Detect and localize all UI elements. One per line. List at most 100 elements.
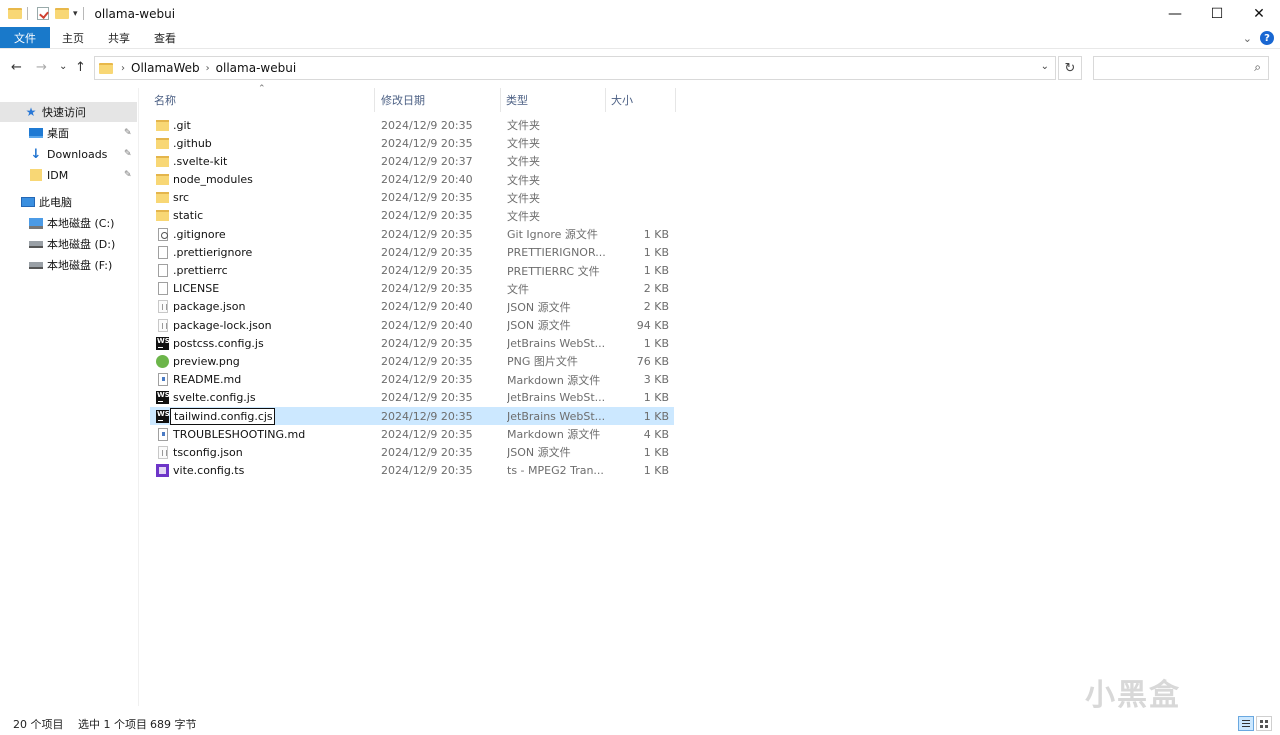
- back-button[interactable]: ←: [11, 60, 22, 75]
- up-button[interactable]: ↑: [75, 60, 86, 75]
- file-row[interactable]: WS postcss.config.js 2024/12/9 20:35 JetBra…: [150, 334, 674, 352]
- folder-icon: [30, 169, 42, 181]
- file-row[interactable]: src 2024/12/9 20:35 文件夹: [150, 189, 674, 207]
- file-name-cell: TROUBLESHOOTING.md: [156, 425, 378, 443]
- column-header-type[interactable]: 类型: [502, 88, 606, 112]
- file-size: 94 KB: [636, 318, 669, 332]
- file-row[interactable]: WS svelte.config.js 2024/12/9 20:35 JetBrai…: [150, 389, 674, 407]
- forward-button[interactable]: →: [36, 60, 47, 75]
- file-type: 文件夹: [507, 173, 540, 187]
- file-icon: [158, 282, 168, 296]
- file-row[interactable]: .github 2024/12/9 20:35 文件夹: [150, 134, 674, 152]
- folder-icon: [8, 8, 22, 19]
- file-name-cell: .prettierrc: [156, 262, 378, 280]
- config-file-icon: [158, 227, 168, 241]
- customize-toolbar-icon[interactable]: ▾: [73, 9, 78, 19]
- file-name-cell: .github: [156, 134, 378, 152]
- tab-view[interactable]: 查看: [142, 27, 188, 48]
- tab-file[interactable]: 文件: [0, 27, 50, 48]
- file-row[interactable]: .prettierrc 2024/12/9 20:35 PRETTIERRC 文件 1…: [150, 262, 674, 280]
- file-name: node_modules: [173, 173, 253, 187]
- help-icon[interactable]: ?: [1260, 31, 1274, 45]
- file-row[interactable]: preview.png 2024/12/9 20:35 PNG 图片文件 76 KB: [150, 352, 674, 370]
- file-name-cell: package-lock.json: [156, 316, 378, 334]
- sidebar-item-drive-f[interactable]: 本地磁盘 (F:): [0, 255, 137, 275]
- file-size: [610, 207, 669, 225]
- address-dropdown-icon[interactable]: ⌄: [1041, 61, 1049, 72]
- navigation-pane: ★ 快速访问 桌面 ✎ ↓ Downloads ✎ IDM ✎ 此电脑 本地磁盘…: [0, 88, 139, 706]
- file-date: 2024/12/9 20:35: [381, 136, 473, 150]
- file-row[interactable]: TROUBLESHOOTING.md 2024/12/9 20:35 Markdow…: [150, 425, 674, 443]
- file-type: PRETTIERRC 文件: [507, 264, 600, 278]
- file-row[interactable]: package-lock.json 2024/12/9 20:40 JSON 源文件…: [150, 316, 674, 334]
- address-bar[interactable]: › OllamaWeb › ollama-webui ⌄: [94, 56, 1056, 80]
- refresh-button[interactable]: ↻: [1058, 56, 1082, 80]
- chevron-right-icon[interactable]: ›: [206, 63, 210, 74]
- file-row[interactable]: README.md 2024/12/9 20:35 Markdown 源文件 3 KB: [150, 371, 674, 389]
- image-file-icon: [156, 354, 169, 368]
- breadcrumb-ollamaweb[interactable]: OllamaWeb: [131, 61, 200, 75]
- file-size: 1 KB: [643, 464, 669, 478]
- pin-icon[interactable]: ✎: [124, 149, 132, 159]
- sidebar-item-downloads[interactable]: ↓ Downloads ✎: [0, 144, 137, 164]
- file-row[interactable]: .prettierignore 2024/12/9 20:35 PRETTIERIG…: [150, 243, 674, 261]
- sidebar-item-drive-c[interactable]: 本地磁盘 (C:): [0, 213, 137, 233]
- file-name: TROUBLESHOOTING.md: [173, 427, 306, 441]
- file-name-cell: .git: [156, 116, 378, 134]
- folder-icon: [156, 210, 169, 222]
- file-row[interactable]: .svelte-kit 2024/12/9 20:37 文件夹: [150, 152, 674, 170]
- selected-count: 选中 1 个项目: [78, 717, 147, 731]
- ribbon-tabs: 文件 主页 共享 查看 ⌄ ?: [0, 27, 1280, 49]
- expand-ribbon-icon[interactable]: ⌄: [1243, 32, 1252, 45]
- chevron-right-icon[interactable]: ›: [121, 63, 125, 74]
- close-button[interactable]: ✕: [1238, 0, 1280, 27]
- json-file-icon: [158, 318, 168, 332]
- large-icons-view-button[interactable]: [1256, 716, 1272, 731]
- maximize-button[interactable]: ☐: [1196, 0, 1238, 27]
- pin-icon[interactable]: ✎: [124, 170, 132, 180]
- sidebar-item-desktop[interactable]: 桌面 ✎: [0, 123, 137, 143]
- file-row[interactable]: LICENSE 2024/12/9 20:35 文件 2 KB: [150, 280, 674, 298]
- separator: [82, 7, 84, 20]
- new-folder-icon[interactable]: [55, 8, 69, 19]
- file-row[interactable]: vite.config.ts 2024/12/9 20:35 ts - MPEG2 …: [150, 462, 674, 480]
- properties-icon[interactable]: [37, 7, 49, 20]
- sidebar-item-quick-access[interactable]: ★ 快速访问: [0, 102, 137, 122]
- file-date: 2024/12/9 20:37: [381, 154, 473, 168]
- file-icon: [158, 264, 168, 277]
- tab-share[interactable]: 共享: [96, 27, 142, 48]
- file-date: 2024/12/9 20:35: [381, 264, 473, 277]
- sidebar-item-idm[interactable]: IDM ✎: [0, 165, 137, 185]
- file-row[interactable]: static 2024/12/9 20:35 文件夹: [150, 207, 674, 225]
- tab-home[interactable]: 主页: [50, 27, 96, 48]
- recent-locations-button[interactable]: ⌄: [59, 61, 67, 72]
- search-input[interactable]: [1098, 58, 1248, 78]
- file-row[interactable]: .git 2024/12/9 20:35 文件夹: [150, 116, 674, 134]
- file-size: 1 KB: [643, 336, 669, 350]
- file-row[interactable]: node_modules 2024/12/9 20:40 文件夹: [150, 171, 674, 189]
- breadcrumb-ollama-webui[interactable]: ollama-webui: [216, 61, 297, 75]
- sidebar-item-drive-d[interactable]: 本地磁盘 (D:): [0, 234, 137, 254]
- file-row[interactable]: WS tailwind.config.cjs 2024/12/9 20:35 JetB…: [150, 407, 674, 426]
- file-type: JetBrains WebSt...: [507, 336, 606, 350]
- separator: [27, 7, 28, 20]
- file-row[interactable]: tsconfig.json 2024/12/9 20:35 JSON 源文件 1 KB: [150, 443, 674, 461]
- rename-input[interactable]: tailwind.config.cjs: [170, 407, 275, 425]
- file-row[interactable]: package.json 2024/12/9 20:40 JSON 源文件 2 KB: [150, 298, 674, 316]
- sidebar-item-this-pc[interactable]: 此电脑: [0, 192, 137, 212]
- column-header-size[interactable]: 大小: [607, 88, 676, 112]
- column-header-date[interactable]: 修改日期: [377, 88, 501, 112]
- search-box[interactable]: ⌕: [1093, 56, 1269, 80]
- navigation-bar: ← → ⌄ ↑ › OllamaWeb › ollama-webui ⌄ ↻ ⌕: [0, 53, 1280, 83]
- pin-icon[interactable]: ✎: [124, 128, 132, 138]
- details-view-button[interactable]: [1238, 716, 1254, 731]
- minimize-button[interactable]: —: [1154, 0, 1196, 27]
- file-row[interactable]: .gitignore 2024/12/9 20:35 Git Ignore 源文件 1…: [150, 225, 674, 243]
- file-type: 文件夹: [507, 191, 540, 205]
- file-type: 文件: [507, 282, 529, 296]
- file-type: PRETTIERIGNOR...: [507, 245, 606, 259]
- file-list: .git 2024/12/9 20:35 文件夹 .github 2024/12/9 2…: [150, 116, 674, 480]
- json-file-icon: [158, 445, 168, 459]
- column-header-name[interactable]: 名称: [150, 88, 375, 112]
- file-date: 2024/12/9 20:35: [381, 427, 473, 441]
